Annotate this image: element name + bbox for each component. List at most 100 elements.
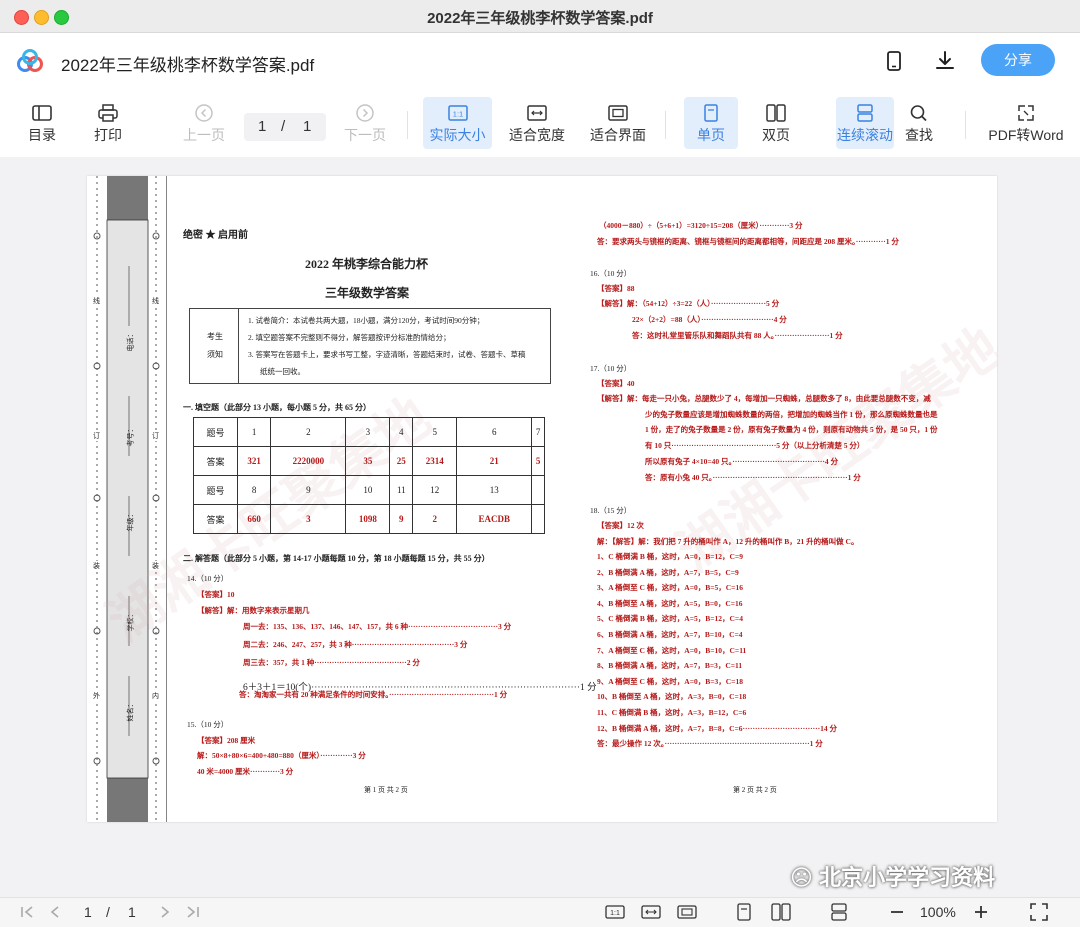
table-cell: 10 xyxy=(345,475,391,505)
table-cell: 2 xyxy=(412,504,458,534)
toolbar-divider xyxy=(965,111,966,139)
bottom-page-current[interactable]: 1 xyxy=(84,904,92,920)
print-button[interactable]: 打印 xyxy=(88,97,128,149)
fit-window-icon xyxy=(608,105,628,121)
answer-line: 6、B 桶倒满 A 桶，这时，A=7，B=10，C=4 xyxy=(597,630,743,639)
table-cell: 11 xyxy=(389,475,414,505)
answer-line: 10、B 桶倒至 A 桶，这时，A=3，B=0，C=18 xyxy=(597,692,747,701)
answer-line: 周一去：135、136、137、146、147、157，共 6 种·······… xyxy=(243,622,512,631)
table-cell: 3 xyxy=(270,504,347,534)
answer-line: （4000－880）÷（5+6+1）=3120÷15=208（厘米）······… xyxy=(599,221,803,230)
chevron-right-icon[interactable] xyxy=(156,902,174,922)
double-page-button[interactable]: 双页 xyxy=(754,97,798,149)
window-titlebar: 2022年三年级桃李杯数学答案.pdf xyxy=(0,0,1080,33)
document-name: 2022年三年级桃李杯数学答案.pdf xyxy=(61,56,315,75)
table-cell: 13 xyxy=(456,475,533,505)
binding-inner-char: 线 xyxy=(152,296,159,306)
binding-outer-char: 外 xyxy=(93,691,100,701)
answer-line: 解：50×8+80×6=400+480=880（厘米）·············… xyxy=(197,751,366,760)
document-subtitle: 三年级数学答案 xyxy=(325,286,410,300)
zoom-in-icon[interactable] xyxy=(971,902,991,922)
answer-line: 4、B 桶倒至 A 桶，这时，A=5，B=0，C=16 xyxy=(597,599,743,608)
table-row: 答案 321 2220000 35 25 2314 21 5 xyxy=(193,446,545,476)
chevron-right-circle-icon xyxy=(356,104,374,122)
table-cell: 3 xyxy=(345,417,391,447)
answer-line: 1 份，走了的兔子数量是 2 份，原有兔子数量为 4 份，则原有动物共 5 份，… xyxy=(645,425,938,434)
page-number-box[interactable]: 1 / 1 xyxy=(244,113,326,141)
double-page-icon[interactable] xyxy=(771,902,791,922)
answer-line: 【答案】88 xyxy=(597,284,635,293)
page-total: 1 xyxy=(303,118,312,135)
answer-line: 5、C 桶倒满 B 桶，这时，A=5，B=12，C=4 xyxy=(597,614,743,623)
answer-line: 答：要求两头与镜框的距离、镜框与镜框间的距离都相等，间距应是 208 厘米。··… xyxy=(597,237,899,246)
table-cell: 2 xyxy=(270,417,347,447)
last-page-icon[interactable] xyxy=(184,902,202,922)
fit-width-button[interactable]: 适合宽度 xyxy=(507,97,567,149)
printer-icon xyxy=(98,104,118,122)
answer-line: 答：最少操作 12 次。····························… xyxy=(597,739,823,748)
first-page-icon[interactable] xyxy=(18,902,36,922)
double-page-icon xyxy=(766,104,786,122)
table-cell: 9 xyxy=(270,475,347,505)
fit-width-label: 适合宽度 xyxy=(509,127,565,143)
document-title: 2022 年桃李综合能力杯 xyxy=(305,257,429,271)
continuous-scroll-icon xyxy=(857,104,873,122)
answer-line: 【解答】解：用数字来表示星期几 xyxy=(197,606,310,615)
answer-line: 答：淘淘家一共有 20 种满足条件的时间安排。·················… xyxy=(239,690,508,699)
window-title: 2022年三年级桃李杯数学答案.pdf xyxy=(427,10,653,27)
wechat-icon: ☹ xyxy=(790,865,813,890)
notice-box: 考生 须知 1. 试卷简介：本试卷共两大题，18小题，满分120分，考试时间90… xyxy=(189,308,551,384)
fullscreen-icon[interactable] xyxy=(1029,902,1049,922)
page-current[interactable]: 1 xyxy=(258,118,266,135)
wechat-watermark: ☹ 北京小学学习资料 xyxy=(790,860,995,892)
actual-size-label: 实际大小 xyxy=(429,127,486,143)
page-separator: / xyxy=(281,118,286,135)
fit-window-label: 适合界面 xyxy=(590,127,646,143)
answer-line: 22×（2+2）=88（人）··························… xyxy=(632,315,787,324)
continuous-scroll-button[interactable]: 连续滚动 xyxy=(836,97,894,149)
toc-button[interactable]: 目录 xyxy=(22,97,62,149)
table-cell: 8 xyxy=(236,475,272,505)
page-footer: 第 2 页 共 2 页 xyxy=(733,786,777,794)
table-cell: 5 xyxy=(531,446,545,476)
table-row-label: 题号 xyxy=(193,417,238,447)
table-cell: 1098 xyxy=(345,504,391,534)
pdf-to-word-button[interactable]: PDF转Word xyxy=(985,97,1067,149)
fit-width-icon[interactable] xyxy=(641,902,661,922)
answer-line: 11、C 桶倒满 B 桶，这时，A=3，B=12，C=6 xyxy=(597,708,747,717)
table-cell: 9 xyxy=(389,504,414,534)
actual-size-icon[interactable]: 1:1 xyxy=(605,902,625,922)
single-page-icon[interactable] xyxy=(734,902,754,922)
continuous-scroll-icon[interactable] xyxy=(829,902,849,922)
table-cell: 2314 xyxy=(412,446,458,476)
table-row: 答案 660 3 1098 9 2 EACDB xyxy=(193,504,545,534)
mobile-icon[interactable] xyxy=(882,49,906,73)
notice-item: 纸统一回收。 xyxy=(260,367,305,376)
answer-line: 16.（10 分） xyxy=(590,269,632,278)
prev-page-button[interactable]: 上一页 xyxy=(180,97,228,149)
table-cell xyxy=(531,475,545,505)
chevron-left-icon[interactable] xyxy=(46,902,64,922)
share-button[interactable]: 分享 xyxy=(981,44,1055,76)
table-cell xyxy=(531,504,545,534)
single-page-button[interactable]: 单页 xyxy=(684,97,738,149)
notice-label: 须知 xyxy=(207,350,223,359)
svg-text:1:1: 1:1 xyxy=(610,910,620,917)
fit-width-icon xyxy=(527,105,547,121)
chevron-left-circle-icon xyxy=(195,104,213,122)
next-page-label: 下一页 xyxy=(344,127,386,143)
status-bar: 1 / 1 1:1 100% xyxy=(0,897,1080,927)
fit-window-button[interactable]: 适合界面 xyxy=(588,97,648,149)
find-button[interactable]: 查找 xyxy=(899,97,939,149)
actual-size-button[interactable]: 1:1 实际大小 xyxy=(423,97,492,149)
next-page-button[interactable]: 下一页 xyxy=(341,97,389,149)
fit-window-icon[interactable] xyxy=(677,902,697,922)
binding-line-decoration xyxy=(93,176,167,822)
zoom-out-icon[interactable] xyxy=(887,902,907,922)
table-cell: 25 xyxy=(389,446,414,476)
answer-line: 12、B 桶倒满 A 桶，这时，A=7，B=8，C=6·············… xyxy=(597,724,837,733)
answer-line: 40 米=4000 厘米············3 分 xyxy=(197,767,294,776)
download-icon[interactable] xyxy=(933,49,957,73)
toc-icon xyxy=(32,105,52,121)
binding-outer-char: 订 xyxy=(93,431,100,441)
